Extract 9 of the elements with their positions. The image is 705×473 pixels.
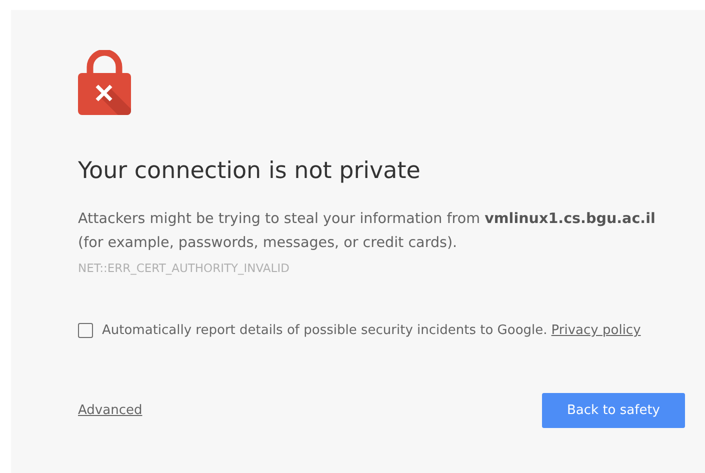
report-label: Automatically report details of possible security incidents to Google. [102,323,548,338]
privacy-policy-link[interactable]: Privacy policy [551,323,641,338]
lock-icon [78,50,131,115]
report-checkbox[interactable] [78,323,93,338]
warning-message: Attackers might be trying to steal your information from vmlinux1.cs.bgu.ac.il (for example, passwords, messages, or credit cards). [78,210,656,253]
back-to-safety-button[interactable]: Back to safety [542,393,685,428]
advanced-link[interactable]: Advanced [78,403,142,418]
error-code: NET::ERR_CERT_AUTHORITY_INVALID [78,261,290,275]
page-heading: Your connection is not private [78,157,422,186]
